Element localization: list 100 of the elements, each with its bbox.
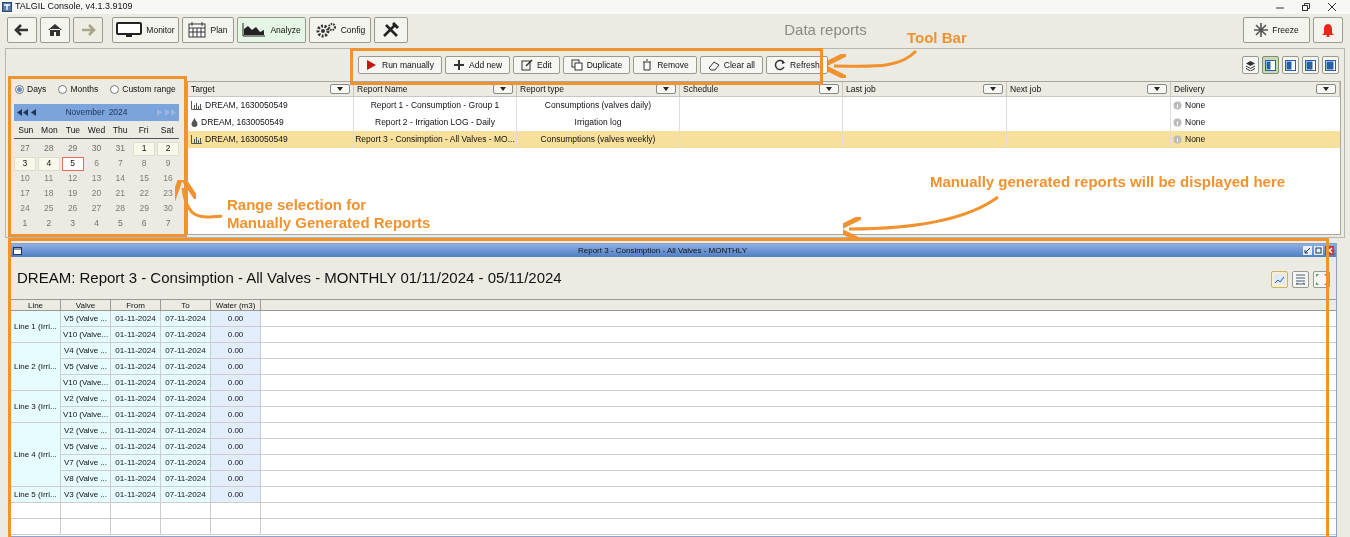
- calendar-day[interactable]: 8: [133, 156, 156, 171]
- view-button[interactable]: [1262, 56, 1279, 74]
- column-filter-button[interactable]: [1147, 84, 1167, 94]
- calendar-day[interactable]: 15: [133, 171, 156, 186]
- calendar-day[interactable]: 6: [133, 216, 156, 231]
- maximize-window-icon[interactable]: [1314, 246, 1323, 255]
- notifications-button[interactable]: [1313, 17, 1343, 43]
- calendar-day[interactable]: 28: [37, 141, 60, 156]
- calendar-day[interactable]: 7: [109, 156, 132, 171]
- view-button[interactable]: [1242, 56, 1259, 74]
- view-button[interactable]: [1282, 56, 1299, 74]
- range-mode-radio[interactable]: Custom range: [110, 82, 176, 96]
- calendar-day[interactable]: 26: [61, 201, 84, 216]
- module-tab[interactable]: Monitor: [112, 17, 179, 43]
- calendar-day[interactable]: 19: [61, 186, 84, 201]
- column-header[interactable]: Next job: [1010, 82, 1042, 96]
- calendar-day[interactable]: 29: [61, 141, 84, 156]
- fit-columns-button[interactable]: [1292, 271, 1309, 288]
- export-chart-button[interactable]: [1271, 271, 1288, 288]
- table-cell: 0.00: [211, 455, 261, 470]
- calendar-day[interactable]: 20: [85, 186, 108, 201]
- calendar-day[interactable]: 14: [109, 171, 132, 186]
- column-header[interactable]: Water (m3): [211, 300, 261, 310]
- table-cell: 0.00: [211, 375, 261, 390]
- column-header[interactable]: Schedule: [683, 82, 719, 96]
- range-mode-radio[interactable]: Months: [58, 82, 99, 96]
- column-filter-button[interactable]: [493, 84, 513, 94]
- calendar-day[interactable]: 22: [133, 186, 156, 201]
- tools-button[interactable]: [374, 17, 408, 43]
- view-button[interactable]: [1322, 56, 1339, 74]
- column-header[interactable]: Delivery: [1174, 82, 1205, 96]
- column-filter-button[interactable]: [1316, 84, 1336, 94]
- column-header[interactable]: Report type: [520, 82, 564, 96]
- calendar-day[interactable]: 28: [109, 201, 132, 216]
- month-label[interactable]: November: [65, 106, 105, 119]
- calendar-day[interactable]: 18: [37, 186, 60, 201]
- calendar-day[interactable]: 4: [37, 156, 60, 171]
- column-header[interactable]: Report Name: [357, 82, 408, 96]
- calendar-day[interactable]: 27: [85, 201, 108, 216]
- calendar-day[interactable]: 16: [157, 171, 179, 186]
- calendar-day[interactable]: 3: [14, 156, 36, 171]
- calendar-day[interactable]: 30: [85, 141, 108, 156]
- freeze-button[interactable]: Freeze: [1243, 17, 1310, 43]
- column-header[interactable]: From: [111, 300, 161, 310]
- calendar-day[interactable]: 30: [157, 201, 179, 216]
- module-tab[interactable]: Analyze: [237, 17, 306, 43]
- calendar-day[interactable]: 10: [14, 171, 36, 186]
- restore-icon: [1302, 3, 1310, 11]
- action-button[interactable]: Clear all: [699, 56, 763, 74]
- column-header[interactable]: Line: [11, 300, 61, 310]
- calendar-day[interactable]: 2: [37, 216, 60, 231]
- column-header[interactable]: Target: [191, 82, 215, 96]
- previous-year-icon[interactable]: [17, 109, 29, 116]
- home-button[interactable]: [40, 17, 70, 43]
- year-label[interactable]: 2024: [108, 106, 128, 119]
- calendar-day[interactable]: 17: [14, 186, 36, 201]
- minimize-window-icon[interactable]: [1303, 246, 1312, 255]
- calendar-day[interactable]: 3: [61, 216, 84, 231]
- calendar-day[interactable]: 13: [85, 171, 108, 186]
- calendar-day[interactable]: 4: [85, 216, 108, 231]
- calendar-day[interactable]: 1: [133, 141, 156, 156]
- close-window-icon[interactable]: [1325, 246, 1334, 255]
- column-filter-button[interactable]: [656, 84, 676, 94]
- calendar-day[interactable]: 1: [14, 216, 36, 231]
- column-filter-button[interactable]: [330, 84, 350, 94]
- action-button[interactable]: Run manually: [358, 56, 442, 74]
- column-header[interactable]: Last job: [846, 82, 876, 96]
- column-filter-button[interactable]: [819, 84, 839, 94]
- column-header[interactable]: Valve: [61, 300, 111, 310]
- calendar-day[interactable]: 6: [85, 156, 108, 171]
- table-row[interactable]: DREAM, 1630050549 Report 3 - Consimption - All Valves - MO... Consumptions (valves weekly) None: [188, 131, 1340, 148]
- action-button[interactable]: Duplicate: [562, 56, 631, 74]
- close-icon[interactable]: [1328, 3, 1336, 11]
- calendar-day[interactable]: 24: [14, 201, 36, 216]
- view-button[interactable]: [1302, 56, 1319, 74]
- action-button[interactable]: Add new: [445, 56, 511, 74]
- calendar-day[interactable]: 31: [109, 141, 132, 156]
- calendar-day[interactable]: 7: [157, 216, 179, 231]
- module-tab[interactable]: Plan: [182, 17, 234, 43]
- calendar-day[interactable]: 5: [109, 216, 132, 231]
- calendar-day[interactable]: 12: [61, 171, 84, 186]
- calendar-day[interactable]: 27: [14, 141, 36, 156]
- action-button[interactable]: Remove: [633, 56, 697, 74]
- calendar-day[interactable]: 2: [157, 141, 179, 156]
- calendar-day[interactable]: 5: [61, 156, 84, 171]
- calendar-day[interactable]: 25: [37, 201, 60, 216]
- column-filter-button[interactable]: [983, 84, 1003, 94]
- calendar-day[interactable]: 11: [37, 171, 60, 186]
- calendar-day[interactable]: 23: [157, 186, 179, 201]
- previous-month-icon[interactable]: [29, 109, 39, 116]
- action-button[interactable]: Refresh: [766, 56, 828, 74]
- calendar-day[interactable]: 29: [133, 201, 156, 216]
- calendar-day[interactable]: 9: [157, 156, 179, 171]
- back-button[interactable]: [7, 17, 37, 43]
- range-mode-radio[interactable]: Days: [15, 82, 47, 96]
- column-header[interactable]: To: [161, 300, 211, 310]
- module-tab[interactable]: Config: [309, 17, 371, 43]
- action-button[interactable]: Edit: [513, 56, 560, 74]
- calendar-day[interactable]: 21: [109, 186, 132, 201]
- house-icon: [47, 23, 63, 37]
